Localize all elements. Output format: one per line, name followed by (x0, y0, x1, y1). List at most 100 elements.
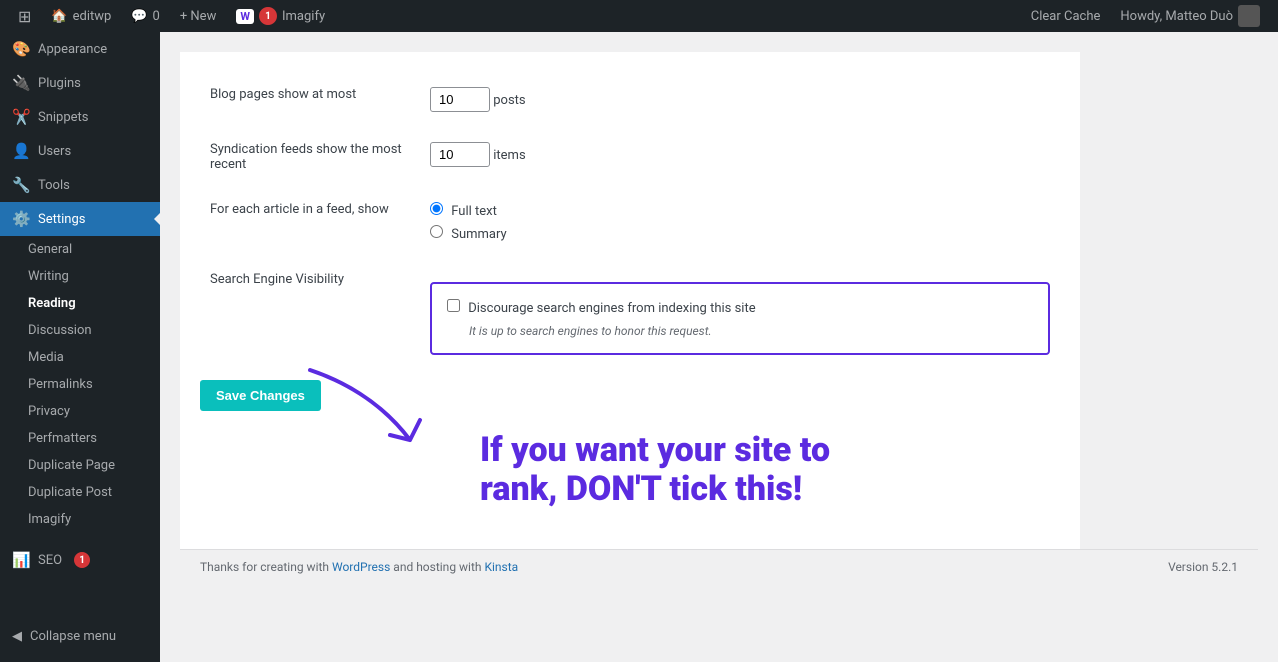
submenu-label-permalinks: Permalinks (28, 377, 93, 392)
submenu-item-media[interactable]: Media (0, 344, 160, 371)
seo-icon: 📊 (12, 551, 30, 569)
snippets-icon: ✂️ (12, 108, 30, 126)
sidebar-item-users[interactable]: 👤 Users (0, 134, 160, 168)
clear-cache-label: Clear Cache (1031, 9, 1101, 24)
submenu-label-privacy: Privacy (28, 404, 70, 419)
full-text-option: Full text (430, 202, 1050, 219)
full-text-radio[interactable] (430, 202, 443, 215)
wp-logo[interactable]: ⊞ (8, 0, 41, 32)
user-avatar (1238, 5, 1260, 27)
wp-footer: Thanks for creating with WordPress and h… (180, 549, 1258, 584)
full-text-label: Full text (451, 204, 497, 219)
footer-left: Thanks for creating with WordPress and h… (200, 560, 518, 574)
submenu-label-imagify: Imagify (28, 512, 71, 527)
collapse-icon: ◀ (12, 629, 22, 644)
admin-bar: ⊞ 🏠 editwp 💬 0 + New W 1 Imagify Clear C… (0, 0, 1278, 32)
comments-link[interactable]: 💬 0 (121, 0, 170, 32)
submenu-label-duplicate-page: Duplicate Page (28, 458, 115, 473)
submenu-item-imagify[interactable]: Imagify (0, 506, 160, 533)
sidebar-item-tools[interactable]: 🔧 Tools (0, 168, 160, 202)
footer-thanks-text: Thanks for creating with (200, 560, 332, 574)
howdy-label: Howdy, Matteo Duò (1120, 9, 1233, 24)
annotation-line1: If you want your site to (480, 431, 1060, 470)
sev-box: Discourage search engines from indexing … (430, 282, 1050, 355)
submenu-item-permalinks[interactable]: Permalinks (0, 371, 160, 398)
settings-form-wrap: Blog pages show at most posts Syndicatio… (180, 52, 1080, 549)
settings-arrow (154, 213, 160, 225)
summary-radio[interactable] (430, 225, 443, 238)
site-name-link[interactable]: 🏠 editwp (41, 0, 121, 32)
imagify-badge: 1 (259, 7, 277, 25)
footer-wordpress-link[interactable]: WordPress (332, 560, 390, 574)
submenu-label-general: General (28, 242, 72, 257)
sidebar-item-label-settings: Settings (38, 212, 85, 227)
clear-cache-button[interactable]: Clear Cache (1021, 0, 1111, 32)
full-text-label-wrap[interactable]: Full text (430, 204, 497, 219)
sev-checkbox-label-wrap[interactable]: Discourage search engines from indexing … (447, 301, 756, 316)
submenu-label-perfmatters: Perfmatters (28, 431, 97, 446)
sidebar-item-plugins[interactable]: 🔌 Plugins (0, 66, 160, 100)
sev-note: It is up to search engines to honor this… (469, 324, 1033, 338)
summary-option: Summary (430, 225, 1050, 242)
blog-pages-label: Blog pages show at most (210, 87, 356, 102)
footer-and-text: and hosting with (393, 560, 484, 574)
blog-pages-row: Blog pages show at most posts (200, 72, 1060, 127)
home-icon: 🏠 (51, 9, 67, 24)
admin-menu: 🎨 Appearance 🔌 Plugins ✂️ Snippets 👤 Use… (0, 32, 160, 662)
collapse-menu-button[interactable]: ◀ Collapse menu (0, 621, 160, 652)
sidebar-item-appearance[interactable]: 🎨 Appearance (0, 32, 160, 66)
main-content: Blog pages show at most posts Syndicatio… (160, 32, 1278, 662)
sidebar-item-settings[interactable]: ⚙️ Settings (0, 202, 160, 236)
new-label: + New (180, 9, 217, 24)
blog-pages-suffix: posts (493, 93, 525, 108)
submenu-item-discussion[interactable]: Discussion (0, 317, 160, 344)
submenu-item-duplicate-page[interactable]: Duplicate Page (0, 452, 160, 479)
annotation-line2: rank, DON'T tick this! (480, 470, 1060, 509)
seo-badge: 1 (74, 552, 90, 568)
comment-icon: 💬 (131, 9, 147, 24)
wp-icon: ⊞ (18, 7, 31, 26)
syndication-suffix: items (493, 148, 525, 163)
footer-version: Version 5.2.1 (1168, 560, 1238, 574)
submenu-item-perfmatters[interactable]: Perfmatters (0, 425, 160, 452)
syndication-label: Syndication feeds show the most recent (210, 142, 402, 172)
submenu-label-writing: Writing (28, 269, 69, 284)
sidebar-item-label-seo: SEO (38, 553, 62, 568)
submenu-item-general[interactable]: General (0, 236, 160, 263)
footer-kinsta-link[interactable]: Kinsta (484, 560, 518, 574)
plugins-icon: 🔌 (12, 74, 30, 92)
submenu-label-discussion: Discussion (28, 323, 92, 338)
imagify-icon: W (236, 9, 254, 24)
tools-icon: 🔧 (12, 176, 30, 194)
submenu-item-reading[interactable]: Reading (0, 290, 160, 317)
imagify-link[interactable]: W 1 Imagify (226, 0, 335, 32)
sev-label: Search Engine Visibility (210, 272, 344, 287)
sidebar-item-label-snippets: Snippets (38, 110, 89, 125)
submenu-item-writing[interactable]: Writing (0, 263, 160, 290)
sidebar-item-label-plugins: Plugins (38, 76, 81, 91)
sev-checkbox[interactable] (447, 299, 460, 312)
syndication-row: Syndication feeds show the most recent i… (200, 127, 1060, 187)
sidebar-item-snippets[interactable]: ✂️ Snippets (0, 100, 160, 134)
settings-submenu: General Writing Reading Discussion Media… (0, 236, 160, 533)
annotation-container: Save Changes If you want your site to ra… (200, 380, 1060, 509)
users-icon: 👤 (12, 142, 30, 160)
reading-settings-table: Blog pages show at most posts Syndicatio… (200, 72, 1060, 380)
blog-pages-input[interactable] (430, 87, 490, 112)
site-name: editwp (73, 9, 112, 24)
sidebar-item-label-users: Users (38, 144, 71, 159)
sidebar-item-seo[interactable]: 📊 SEO 1 (0, 543, 160, 577)
submenu-item-duplicate-post[interactable]: Duplicate Post (0, 479, 160, 506)
syndication-input[interactable] (430, 142, 490, 167)
annotation-arrow (290, 360, 440, 470)
annotation-text-block: If you want your site to rank, DON'T tic… (400, 431, 1060, 509)
comments-count: 0 (153, 9, 160, 24)
feed-article-label: For each article in a feed, show (210, 202, 389, 217)
collapse-label: Collapse menu (30, 629, 116, 644)
new-content-link[interactable]: + New (170, 0, 227, 32)
howdy-link[interactable]: Howdy, Matteo Duò (1110, 0, 1270, 32)
submenu-label-duplicate-post: Duplicate Post (28, 485, 112, 500)
summary-label-wrap[interactable]: Summary (430, 227, 507, 242)
submenu-label-reading: Reading (28, 296, 76, 311)
submenu-item-privacy[interactable]: Privacy (0, 398, 160, 425)
